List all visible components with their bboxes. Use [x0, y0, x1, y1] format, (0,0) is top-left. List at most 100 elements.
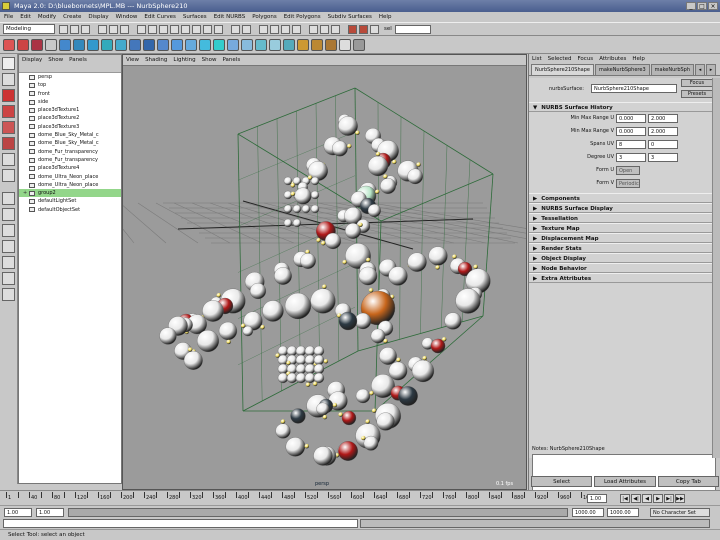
shelf-curve-icon[interactable]	[3, 38, 15, 51]
select-component-icon[interactable]	[120, 24, 129, 34]
mel-input[interactable]	[3, 519, 358, 528]
menu-subdiv-surfaces[interactable]: Subdiv Surfaces	[328, 14, 372, 20]
shelf-circle-icon[interactable]	[143, 38, 155, 51]
menu-surfaces[interactable]: Surfaces	[183, 14, 207, 20]
shelf-loft-icon[interactable]	[185, 38, 197, 51]
history-input-icon[interactable]	[309, 24, 318, 34]
shelf-poly-cube-icon[interactable]	[311, 38, 323, 51]
outliner-item[interactable]: dome_Ultra_Neon_place	[19, 173, 121, 181]
viewport-menu-view[interactable]: View	[126, 55, 139, 65]
attr-field-1[interactable]: 0.000	[616, 114, 646, 123]
shelf-attach-icon[interactable]	[269, 38, 281, 51]
node-name-field[interactable]: NurbSphere210Shape	[591, 84, 677, 93]
select-hierarchy-icon[interactable]	[98, 24, 107, 34]
tab-nurbs-shape[interactable]: NurbSphere210Shape	[531, 64, 594, 75]
menu-modify[interactable]: Modify	[38, 14, 56, 20]
shelf-torus-icon[interactable]	[129, 38, 141, 51]
section-header[interactable]: ▶ Texture Map	[529, 223, 719, 233]
outliner-item[interactable]: persp	[19, 73, 121, 81]
minimize-button[interactable]: _	[686, 2, 696, 10]
step-forward-key-icon[interactable]: ▶|	[664, 494, 674, 503]
viewport-menu-panels[interactable]: Panels	[222, 55, 240, 65]
mask-joints-icon[interactable]	[148, 24, 157, 34]
start-time-field[interactable]: 1.00	[4, 508, 32, 517]
render-globals-icon[interactable]	[370, 24, 379, 34]
section-header[interactable]: ▶ Render Stats	[529, 243, 719, 253]
presets-button[interactable]: Presets	[681, 90, 713, 98]
ae-menu-list[interactable]: List	[532, 54, 542, 64]
step-back-key-icon[interactable]: ◀|	[631, 494, 641, 503]
attr-field-1[interactable]: 3	[616, 153, 646, 162]
layout-outliner-icon[interactable]	[2, 256, 15, 269]
menu-edit[interactable]: Edit	[20, 14, 31, 20]
outliner-item[interactable]: place3dTexture3	[19, 123, 121, 131]
mask-surfaces-icon[interactable]	[170, 24, 179, 34]
highlight-selection-icon[interactable]	[242, 24, 251, 34]
current-time-field[interactable]: 1.00	[587, 494, 607, 503]
snap-curve-icon[interactable]	[270, 24, 279, 34]
attr-field-2[interactable]: 0	[648, 140, 678, 149]
shelf-square-icon[interactable]	[157, 38, 169, 51]
section-header[interactable]: ▶ Node Behavior	[529, 263, 719, 273]
outliner-menu-panels[interactable]: Panels	[69, 55, 87, 65]
menu-polygons[interactable]: Polygons	[252, 14, 276, 20]
select-object-icon[interactable]	[109, 24, 118, 34]
scale-tool-icon[interactable]	[2, 121, 15, 134]
play-backwards-icon[interactable]: ◀	[642, 494, 652, 503]
ae-scrollbar[interactable]	[712, 78, 720, 458]
outliner-item[interactable]: dome_Ultra_Neon_place	[19, 181, 121, 189]
range-bar[interactable]	[68, 508, 568, 517]
go-to-end-icon[interactable]: ▶▶	[675, 494, 685, 503]
load-attributes-button[interactable]: Load Attributes	[594, 476, 656, 487]
maya-app-icon[interactable]	[2, 2, 10, 10]
menu-file[interactable]: File	[4, 14, 13, 20]
shelf-script-icon[interactable]	[339, 38, 351, 51]
snap-grid-icon[interactable]	[259, 24, 268, 34]
menu-display[interactable]: Display	[88, 14, 108, 20]
section-header[interactable]: ▶ Components	[529, 193, 719, 203]
attr-field-2[interactable]: 2.000	[648, 127, 678, 136]
shelf-bevel-icon[interactable]	[241, 38, 253, 51]
mask-handles-icon[interactable]	[137, 24, 146, 34]
layout-two-side-icon[interactable]	[2, 224, 15, 237]
mask-dynamics-icon[interactable]	[192, 24, 201, 34]
shelf-ep-curve-icon[interactable]	[17, 38, 29, 51]
outliner-item[interactable]: front	[19, 90, 121, 98]
ae-menu-focus[interactable]: Focus	[577, 54, 593, 64]
section-header[interactable]: ▶ NURBS Surface Display	[529, 203, 719, 213]
snap-plane-icon[interactable]	[292, 24, 301, 34]
section-header[interactable]: ▶ Object Display	[529, 253, 719, 263]
open-scene-icon[interactable]	[70, 24, 79, 34]
render-icon[interactable]	[348, 24, 357, 34]
outliner-item[interactable]: dome_Blue_Sky_Metal_c	[19, 131, 121, 139]
shelf-detach-icon[interactable]	[283, 38, 295, 51]
shelf-trim-icon[interactable]	[255, 38, 267, 51]
shelf-sphere-icon[interactable]	[59, 38, 71, 51]
outliner-item[interactable]: + group2	[19, 189, 121, 198]
form-v-dropdown[interactable]: Periodic	[616, 179, 640, 188]
move-tool-icon[interactable]	[2, 89, 15, 102]
tab-scroll-left-icon[interactable]: ◂	[695, 64, 706, 75]
select-button[interactable]: Select	[531, 476, 593, 487]
shelf-group-icon[interactable]	[353, 38, 365, 51]
mask-deformations-icon[interactable]	[181, 24, 190, 34]
lasso-tool-icon[interactable]	[2, 73, 15, 86]
construction-history-icon[interactable]	[331, 24, 340, 34]
range-start-field[interactable]: 1.00	[36, 508, 64, 517]
outliner-item[interactable]: place3dTexture2	[19, 114, 121, 122]
play-forwards-icon[interactable]: ▶	[653, 494, 663, 503]
save-scene-icon[interactable]	[81, 24, 90, 34]
mask-rendering-icon[interactable]	[203, 24, 212, 34]
section-header[interactable]: ▶ Displacement Map	[529, 233, 719, 243]
menu-create[interactable]: Create	[63, 14, 81, 20]
menu-edit-curves[interactable]: Edit Curves	[144, 14, 176, 20]
shelf-planar-icon[interactable]	[213, 38, 225, 51]
maximize-button[interactable]: □	[697, 2, 707, 10]
form-u-dropdown[interactable]: Open	[616, 166, 640, 175]
shelf-pencil-icon[interactable]	[31, 38, 43, 51]
shelf-arc-icon[interactable]	[45, 38, 57, 51]
menu-help[interactable]: Help	[379, 14, 392, 20]
last-tool-icon[interactable]	[2, 169, 15, 182]
ae-menu-selected[interactable]: Selected	[548, 54, 572, 64]
shelf-cone-icon[interactable]	[101, 38, 113, 51]
